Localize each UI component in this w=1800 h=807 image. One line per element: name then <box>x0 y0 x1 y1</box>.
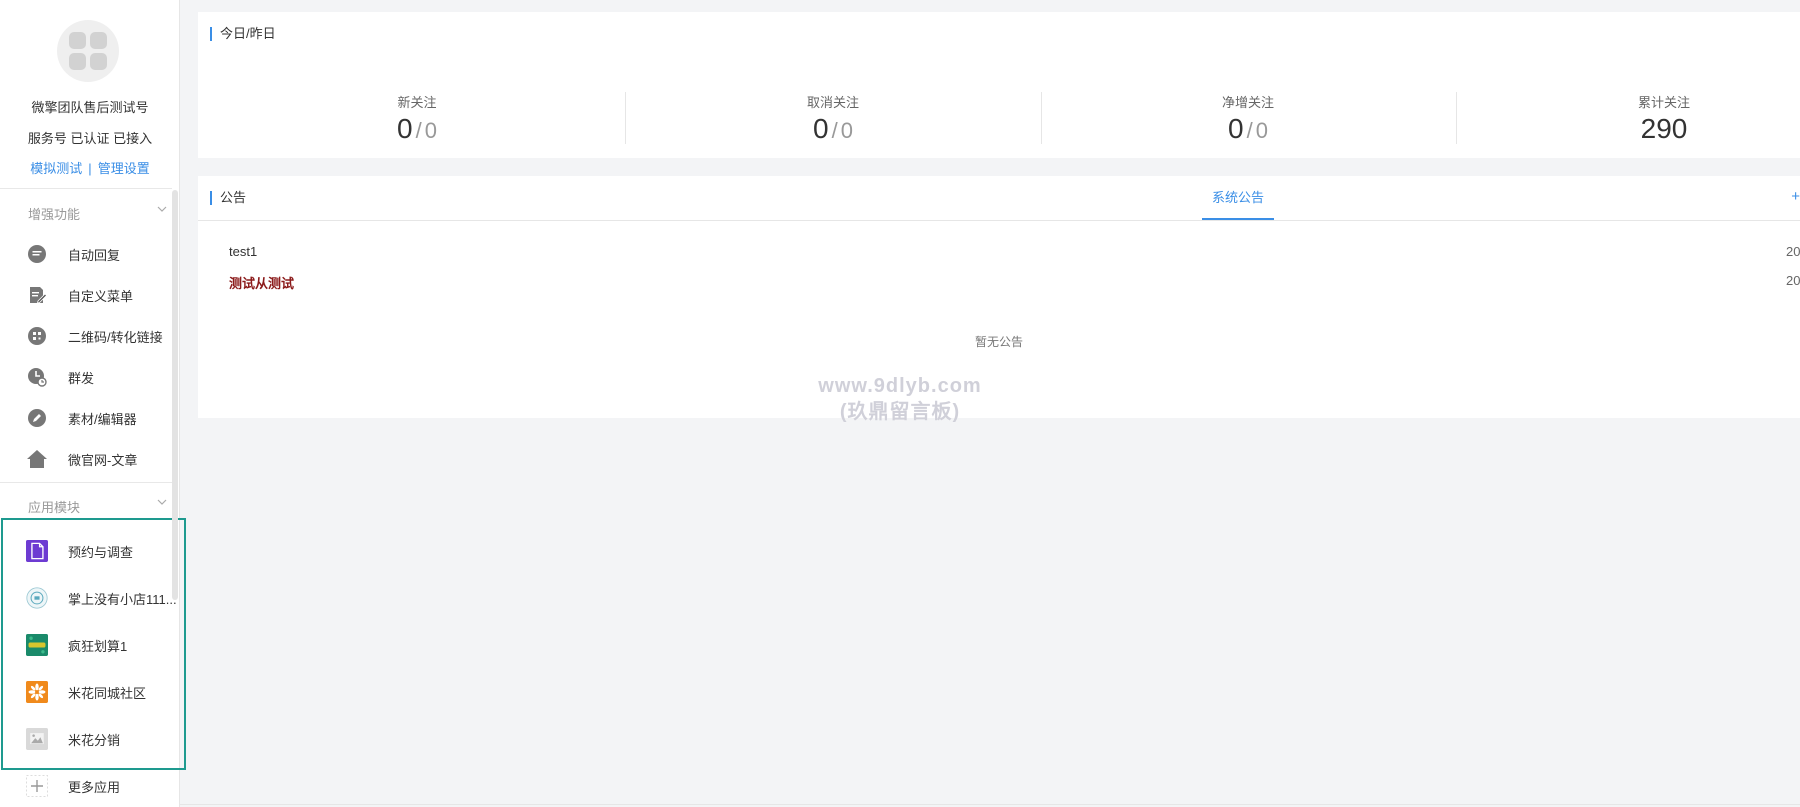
sidebar-item-microsite[interactable]: 微官网-文章 <box>0 441 172 477</box>
chat-bubble-icon <box>26 243 48 265</box>
notice-date: 20 <box>1786 273 1800 288</box>
watermark-text: (玖鼎留言板) <box>839 401 961 423</box>
account-avatar <box>57 20 119 82</box>
stat-label: 新关注 <box>397 95 437 110</box>
stat-yesterday: 0 <box>1255 118 1268 143</box>
manage-settings-link[interactable]: 管理设置 <box>98 161 150 176</box>
stat-yesterday: 0 <box>840 118 853 143</box>
notice-date: 20 <box>1786 244 1800 259</box>
notice-item[interactable]: 测试从测试 <box>229 273 294 292</box>
sidebar-item-label: 群发 <box>68 370 95 386</box>
stat-label: 净增关注 <box>1221 95 1274 110</box>
stat-unfollow: 取消关注 0/0 <box>733 92 933 145</box>
pencil-icon <box>26 407 48 429</box>
home-icon <box>26 448 48 470</box>
sidebar: 微擎团队售后测试号 服务号 已认证 已接入 模拟测试 | 管理设置 增强功能 自动回… <box>0 0 186 807</box>
sidebar-item-label: 微官网-文章 <box>68 452 138 468</box>
divider <box>0 482 172 483</box>
divider <box>198 220 1800 221</box>
divider <box>1456 92 1457 144</box>
notices-panel-title: 公告 <box>210 191 246 205</box>
notice-item[interactable]: test1 <box>229 244 257 259</box>
account-name: 微擎团队售后测试号 <box>31 100 149 115</box>
sidebar-item-materials[interactable]: 素材/编辑器 <box>0 400 172 436</box>
divider <box>1041 92 1042 144</box>
account-links: 模拟测试 | 管理设置 <box>0 158 180 177</box>
stat-value: 0/0 <box>397 113 437 144</box>
stat-today: 0 <box>1228 113 1244 144</box>
plus-icon <box>26 775 48 797</box>
sidebar-item-custom-menu[interactable]: 自定义菜单 <box>0 277 172 313</box>
chevron-down-icon[interactable] <box>157 497 167 507</box>
stat-today: 0 <box>397 113 413 144</box>
stat-total-follow: 累计关注 290 <box>1564 92 1764 145</box>
stat-value: 0/0 <box>1228 113 1268 144</box>
watermark-url: www.9dlyb.com <box>818 375 982 397</box>
stat-value: 0/0 <box>813 113 853 144</box>
app-root: 微擎团队售后测试号 服务号 已认证 已接入 模拟测试 | 管理设置 增强功能 自动回… <box>0 0 1800 807</box>
section-title-enhanced: 增强功能 <box>28 207 81 222</box>
stats-panel-title: 今日/昨日 <box>210 27 276 41</box>
stats-panel: 今日/昨日 新关注 0/0 取消关注 0/0 净增关注 0/0 累计关注 290 <box>198 12 1800 158</box>
stat-yesterday: 0 <box>424 118 437 143</box>
stat-label: 累计关注 <box>1637 95 1690 110</box>
simulate-test-link[interactable]: 模拟测试 <box>30 161 82 176</box>
highlight-box <box>1 518 186 770</box>
sidebar-item-label: 更多应用 <box>68 779 121 795</box>
sidebar-item-qrcode[interactable]: 二维码/转化链接 <box>0 318 172 354</box>
tab-system-notices[interactable]: 系统公告 <box>1202 176 1274 220</box>
chevron-down-icon[interactable] <box>157 204 167 214</box>
stat-value: 290 <box>1640 113 1688 144</box>
divider <box>0 188 172 189</box>
app-grid-icon <box>69 32 107 70</box>
stat-label: 取消关注 <box>806 95 859 110</box>
stat-net-follow: 净增关注 0/0 <box>1148 92 1348 145</box>
sidebar-item-label: 素材/编辑器 <box>68 411 137 427</box>
account-status: 服务号 已认证 已接入 <box>27 131 153 146</box>
sidebar-item-label: 自定义菜单 <box>68 288 134 304</box>
sidebar-item-mass-send[interactable]: 群发 <box>0 359 172 395</box>
sidebar-item-auto-reply[interactable]: 自动回复 <box>0 236 172 272</box>
divider <box>625 92 626 144</box>
watermark: www.9dlyb.com (玖鼎留言板) <box>790 373 1010 425</box>
stat-new-follow: 新关注 0/0 <box>317 92 517 145</box>
link-separator: | <box>88 161 92 176</box>
edit-document-icon <box>26 284 48 306</box>
section-title-modules: 应用模块 <box>28 500 81 515</box>
sidebar-item-label: 二维码/转化链接 <box>68 329 163 345</box>
qrcode-icon <box>26 325 48 347</box>
sidebar-scrollbar[interactable] <box>172 190 178 600</box>
sidebar-item-label: 自动回复 <box>68 247 121 263</box>
empty-notice-message: 暂无公告 <box>974 335 1023 349</box>
more-notices-button[interactable]: + <box>1791 188 1800 205</box>
divider <box>180 804 1800 805</box>
stat-today: 0 <box>813 113 829 144</box>
more-apps-button[interactable]: 更多应用 <box>0 768 172 804</box>
clock-send-icon <box>26 366 48 388</box>
